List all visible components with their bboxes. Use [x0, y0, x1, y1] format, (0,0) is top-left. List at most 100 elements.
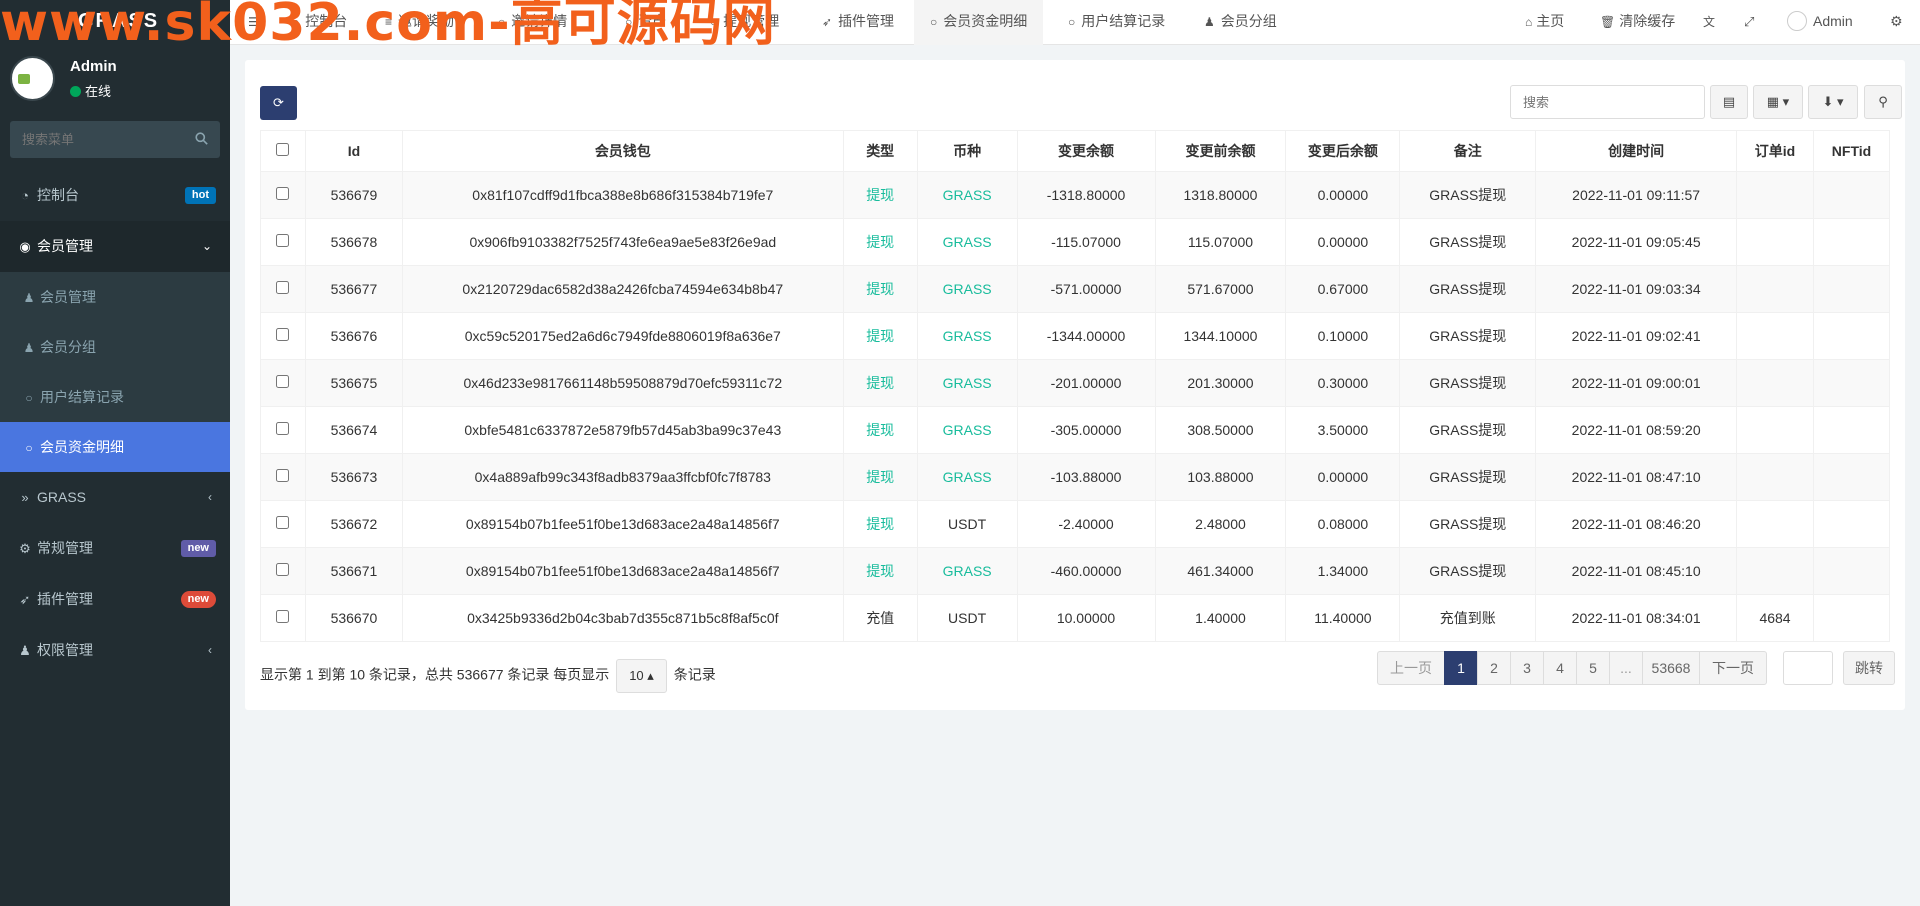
- tab-withdraw-management[interactable]: ○ 提现管理: [710, 0, 779, 45]
- column-header[interactable]: 创建时间: [1535, 130, 1738, 172]
- row-checkbox[interactable]: [276, 563, 290, 576]
- sidebar-subitem-member-group[interactable]: ♟ 会员分组: [0, 322, 230, 372]
- tab-member-group[interactable]: ♟ 会员分组: [1204, 0, 1277, 45]
- sidebar-item-permission-management[interactable]: ♟ 权限管理 ‹: [0, 625, 230, 676]
- row-checkbox[interactable]: [276, 610, 290, 623]
- table-row[interactable]: 536678 0x906fb9103382f7525f743fe6ea9ae5e8…: [260, 218, 1891, 266]
- table-row[interactable]: 536672 0x89154b07b1fee51f0be13d683ace2a48…: [260, 500, 1891, 548]
- table-row[interactable]: 536677 0x2120729dac6582d38a2426fcba74594e…: [260, 265, 1891, 313]
- balance-after-cell: 0.67000: [1285, 265, 1401, 313]
- column-header[interactable]: 变更前余额: [1154, 130, 1287, 172]
- row-checkbox[interactable]: [276, 187, 290, 200]
- page-button[interactable]: 53668: [1642, 651, 1700, 685]
- sidebar-subitem-settlement-records[interactable]: ○ 用户结算记录: [0, 372, 230, 422]
- page-button[interactable]: 2: [1477, 651, 1511, 685]
- clear-cache-button[interactable]: 🗑 清除缓存: [1600, 0, 1675, 45]
- columns-button[interactable]: ▦ ▾: [1753, 85, 1803, 119]
- column-header[interactable]: 备注: [1399, 130, 1537, 172]
- tab-settlement-records[interactable]: ○ 用户结算记录: [1068, 0, 1165, 45]
- column-header[interactable]: 变更余额: [1016, 130, 1156, 172]
- admin-user-menu[interactable]: Admin: [1787, 0, 1853, 45]
- page-size-dropdown[interactable]: 10 ▴: [616, 659, 667, 693]
- tab-assets[interactable]: ○ 资产: [625, 0, 666, 45]
- jump-button[interactable]: 跳转: [1843, 651, 1895, 685]
- sidebar-item-member-management[interactable]: ◉ 会员管理 ⌄: [0, 221, 230, 272]
- logo-bar: GRASS: [0, 0, 230, 50]
- balance-after-cell: 0.30000: [1285, 359, 1401, 407]
- app-logo[interactable]: GRASS: [78, 10, 159, 33]
- table-row[interactable]: 536679 0x81f107cdff9d1fbca388e8b686f31538…: [260, 171, 1891, 219]
- prev-page-button[interactable]: 上一页: [1377, 651, 1445, 685]
- tab-dashboard[interactable]: ◔ 控制台: [292, 0, 347, 45]
- balance-after-cell: 0.10000: [1285, 312, 1401, 360]
- next-page-button[interactable]: 下一页: [1699, 651, 1767, 685]
- tab-plugin-management[interactable]: ➶ 插件管理: [822, 0, 894, 45]
- table-row[interactable]: 536674 0xbfe5481c6337872e5879fb57d45ab3ba…: [260, 406, 1891, 454]
- change-amount-cell: -305.00000: [1016, 406, 1156, 454]
- table-row[interactable]: 536675 0x46d233e9817661148b59508879d70efc…: [260, 359, 1891, 407]
- column-header[interactable]: 订单id: [1736, 130, 1814, 172]
- column-header[interactable]: 币种: [916, 130, 1018, 172]
- row-checkbox[interactable]: [276, 234, 290, 247]
- settings-button[interactable]: ⚙: [1890, 0, 1903, 45]
- table-search-input[interactable]: [1510, 85, 1705, 119]
- column-header[interactable]: 类型: [842, 130, 918, 172]
- export-button[interactable]: ⬇ ▾: [1808, 85, 1858, 119]
- sidebar-search: [10, 121, 220, 158]
- search-icon: ⚲: [1878, 94, 1888, 109]
- sidebar-subitem-fund-details[interactable]: ○ 会员资金明细: [0, 422, 230, 472]
- id-cell: 536673: [304, 453, 403, 501]
- language-toggle-button[interactable]: 文: [1703, 0, 1715, 45]
- sidebar-item-grass[interactable]: » GRASS ‹: [0, 472, 230, 523]
- column-header[interactable]: 会员钱包: [401, 130, 844, 172]
- type-cell: 提现: [842, 547, 918, 595]
- column-header[interactable]: Id: [304, 130, 403, 172]
- column-header[interactable]: 变更后余额: [1285, 130, 1401, 172]
- main-panel: ⟳ ▤ ▦ ▾ ⬇ ▾ ⚲ Id 会员钱包 类型 币种 变更余额 变更前余额 变…: [245, 60, 1905, 710]
- table-row[interactable]: 536673 0x4a889afb99c343f8adb8379aa3ffcbf0…: [260, 453, 1891, 501]
- row-checkbox[interactable]: [276, 516, 290, 529]
- order-id-cell: [1736, 171, 1814, 219]
- circle-icon: ○: [710, 15, 718, 29]
- wallet-cell: 0x89154b07b1fee51f0be13d683ace2a48a14856…: [401, 547, 844, 595]
- page-button[interactable]: 5: [1576, 651, 1610, 685]
- table-row[interactable]: 536670 0x3425b9336d2b04c3bab7d355c871b5c8…: [260, 594, 1891, 642]
- remark-cell: GRASS提现: [1399, 171, 1537, 219]
- tab-label: 提现管理: [723, 13, 780, 29]
- sidebar-toggle-button[interactable]: ☰: [248, 0, 288, 45]
- row-checkbox[interactable]: [276, 281, 290, 294]
- tab-invite-details[interactable]: ○ 邀请详情: [498, 0, 567, 45]
- page-button[interactable]: 1: [1444, 651, 1478, 685]
- nft-id-cell: [1812, 406, 1891, 454]
- refresh-button[interactable]: ⟳: [260, 86, 297, 120]
- row-checkbox[interactable]: [276, 422, 290, 435]
- table-row[interactable]: 536671 0x89154b07b1fee51f0be13d683ace2a48…: [260, 547, 1891, 595]
- home-link[interactable]: ⌂ 主页: [1525, 0, 1564, 45]
- sidebar-item-dashboard[interactable]: ◔ 控制台 hot: [0, 170, 230, 221]
- search-icon[interactable]: [195, 132, 208, 145]
- advanced-search-button[interactable]: ⚲: [1864, 85, 1902, 119]
- page-button[interactable]: 3: [1510, 651, 1544, 685]
- currency-cell: GRASS: [916, 547, 1018, 595]
- toggle-view-button[interactable]: ▤: [1710, 85, 1748, 119]
- table-row[interactable]: 536676 0xc59c520175ed2a6d6c7949fde8806019…: [260, 312, 1891, 360]
- row-checkbox[interactable]: [276, 375, 290, 388]
- sidebar-item-general-management[interactable]: ⚙ 常规管理 new: [0, 523, 230, 574]
- sidebar-search-input[interactable]: [10, 121, 185, 158]
- sidebar-subitem-member-management[interactable]: ♟ 会员管理: [0, 272, 230, 322]
- tab-fund-details[interactable]: ○ 会员资金明细: [914, 0, 1044, 45]
- fullscreen-button[interactable]: ⤢: [1744, 0, 1754, 45]
- balance-before-cell: 461.34000: [1154, 547, 1287, 595]
- row-checkbox[interactable]: [276, 469, 290, 482]
- tab-invite-rewards[interactable]: ≡ 邀请奖励: [385, 0, 454, 45]
- balance-after-cell: 0.00000: [1285, 453, 1401, 501]
- row-checkbox[interactable]: [276, 328, 290, 341]
- jump-page-input[interactable]: [1783, 651, 1833, 685]
- sidebar-item-plugin-management[interactable]: ➶ 插件管理 new: [0, 574, 230, 625]
- home-label: 主页: [1536, 13, 1565, 29]
- page-button[interactable]: 4: [1543, 651, 1577, 685]
- column-header[interactable]: NFTid: [1812, 130, 1891, 172]
- select-all-checkbox[interactable]: [276, 143, 290, 156]
- sidebar-subitem-label: 会员管理: [40, 289, 96, 305]
- trash-icon: 🗑: [1600, 15, 1616, 29]
